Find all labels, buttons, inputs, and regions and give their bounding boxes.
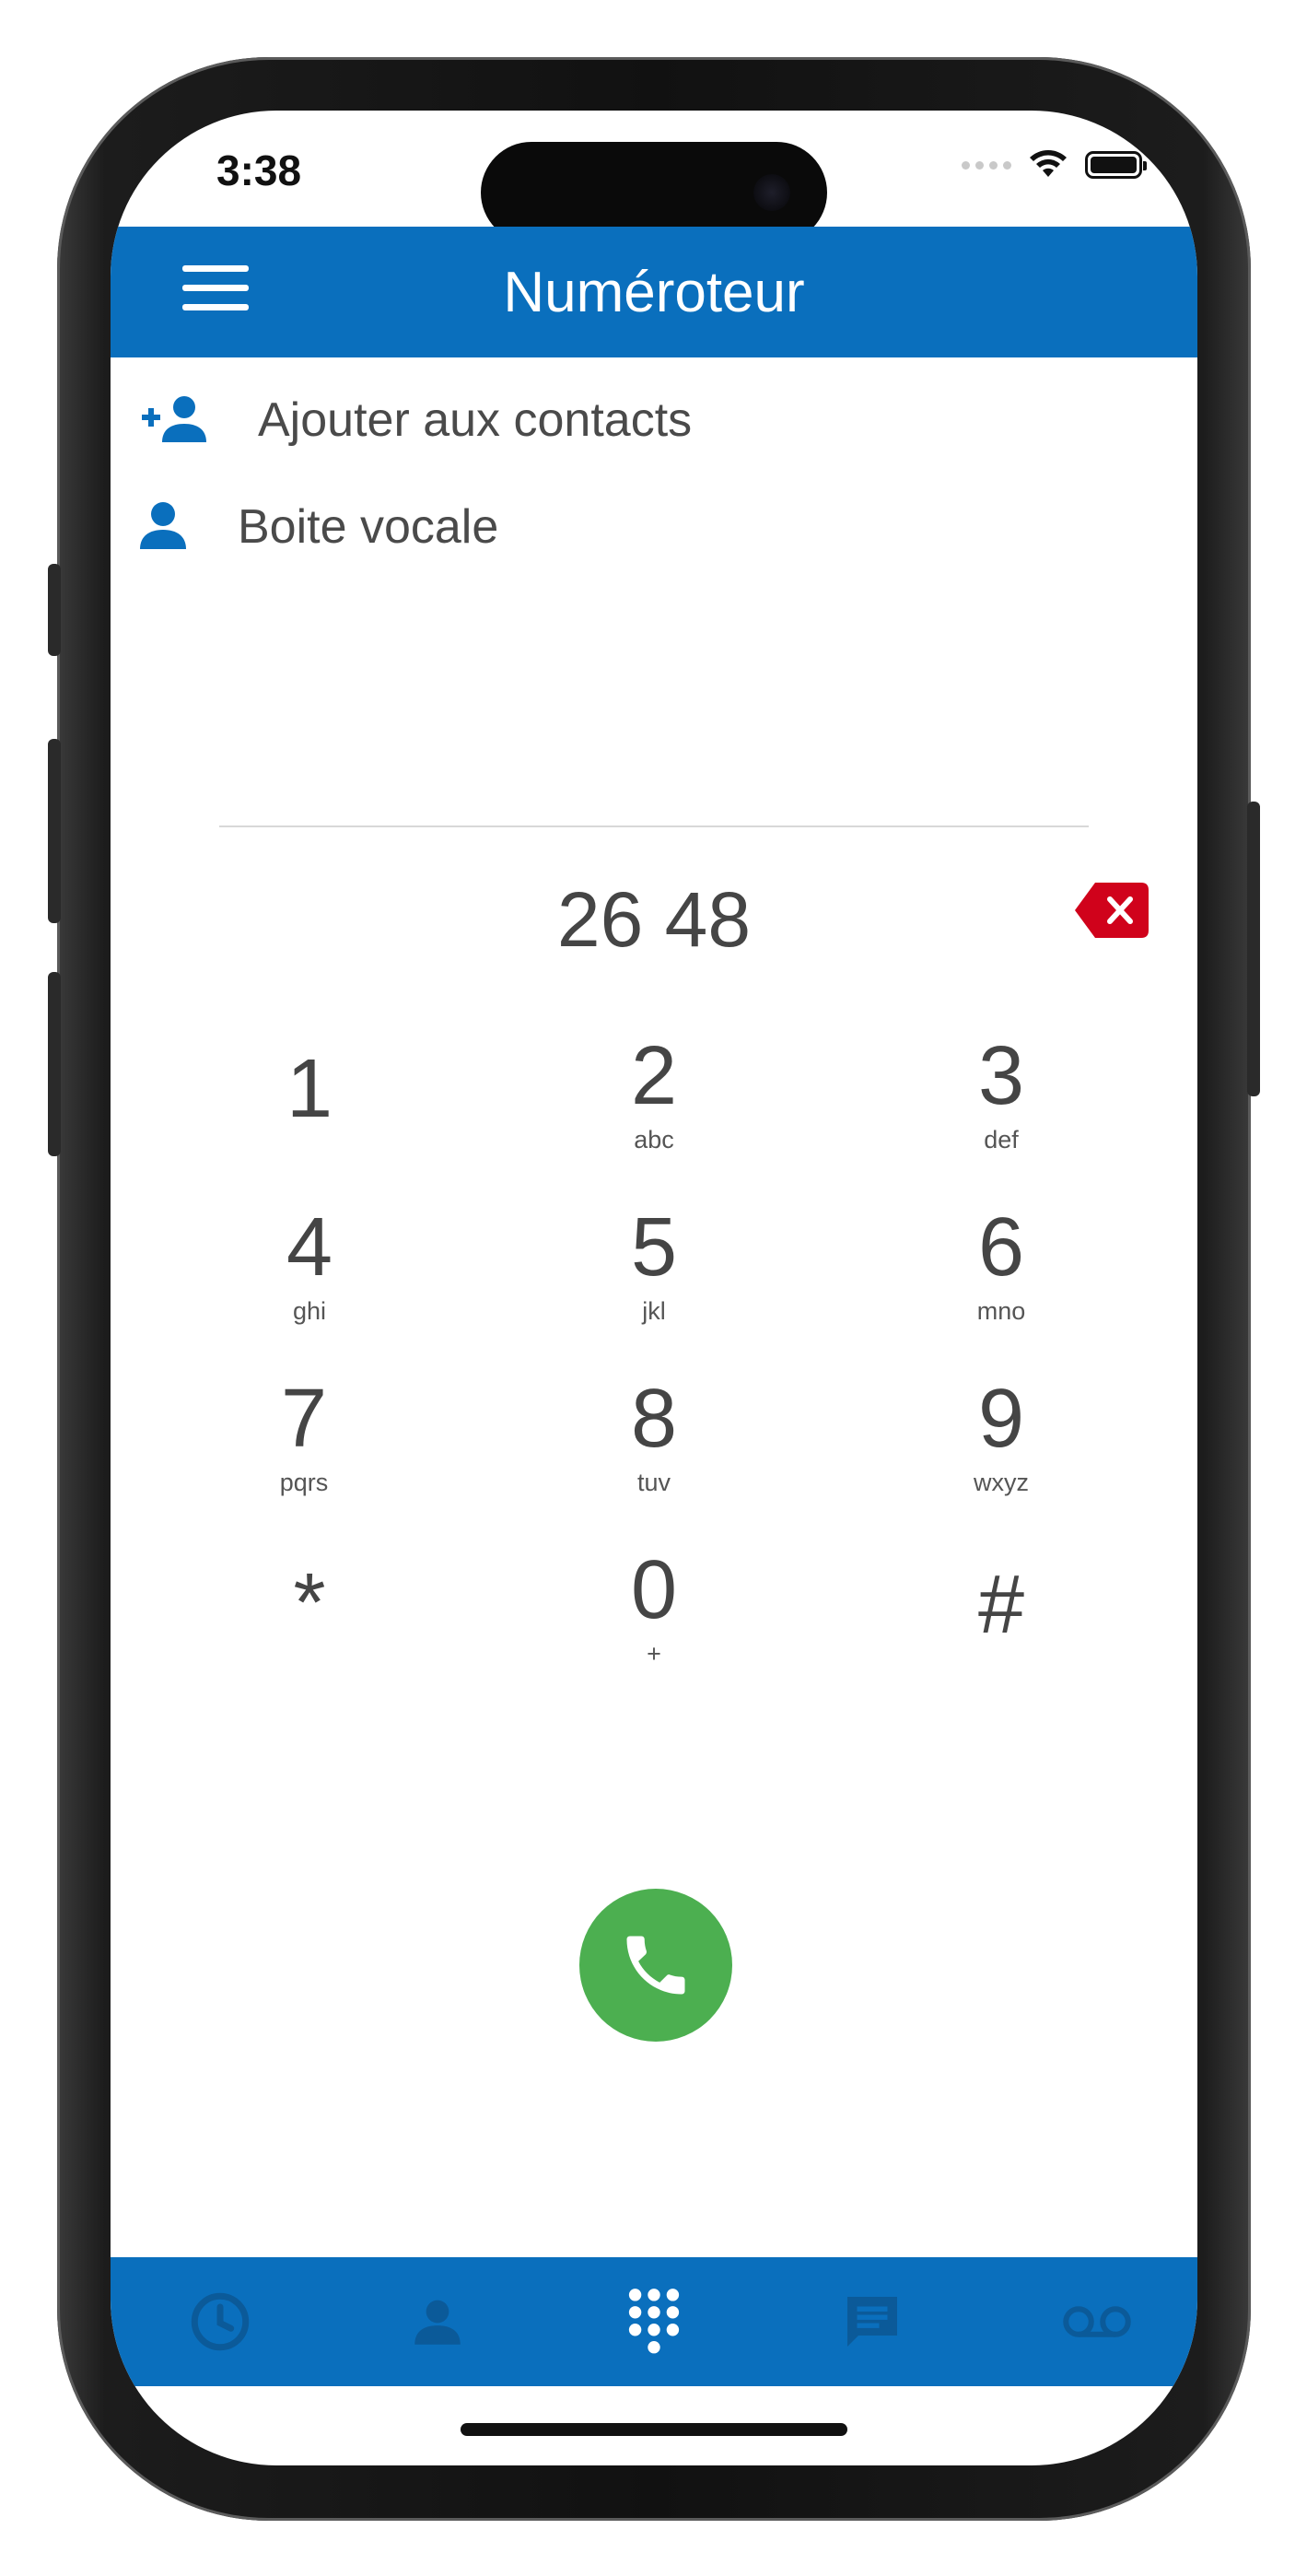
tab-messages[interactable] — [835, 2285, 909, 2359]
app-header: Numéroteur — [111, 227, 1197, 357]
phone-icon — [626, 1936, 685, 1995]
key-8[interactable]: 8 tuv — [534, 1373, 774, 1529]
key-0[interactable]: 0 + — [534, 1544, 774, 1701]
number-divider — [219, 825, 1089, 827]
volume-up-button — [48, 739, 61, 923]
message-icon — [847, 2297, 897, 2347]
dialed-number: 26 48 — [556, 876, 752, 963]
voicemail-row[interactable]: Boite vocale — [111, 479, 1197, 571]
person-icon — [414, 2300, 461, 2345]
backspace-icon[interactable] — [1075, 883, 1149, 938]
status-indicators — [962, 149, 1147, 181]
battery-icon — [1085, 151, 1147, 179]
tab-contacts[interactable] — [401, 2285, 474, 2359]
key-hash[interactable]: # — [881, 1559, 1121, 1715]
key-6[interactable]: 6 mno — [881, 1201, 1121, 1358]
person-icon — [140, 502, 186, 549]
key-7[interactable]: 7 pqrs — [184, 1373, 424, 1529]
voicemail-icon — [1063, 2306, 1131, 2337]
key-1[interactable]: 1 — [190, 1043, 429, 1200]
key-2[interactable]: 2 abc — [534, 1030, 774, 1187]
voicemail-label: Boite vocale — [238, 500, 499, 554]
bottom-tab-bar — [111, 2257, 1197, 2386]
power-button — [1247, 802, 1260, 1096]
tab-recents[interactable] — [183, 2285, 257, 2359]
key-5[interactable]: 5 jkl — [534, 1201, 774, 1358]
person-add-icon — [142, 396, 206, 442]
key-4[interactable]: 4 ghi — [190, 1201, 429, 1358]
volume-down-button — [48, 972, 61, 1156]
status-time: 3:38 — [216, 146, 302, 194]
tab-dialpad[interactable] — [617, 2285, 691, 2359]
page-title: Numéroteur — [503, 261, 805, 324]
camera-icon — [753, 174, 790, 211]
signal-icon — [962, 160, 1011, 170]
key-9[interactable]: 9 wxyz — [881, 1373, 1121, 1529]
screen: 3:38 Numéroteur Ajouter aux contacts Boi… — [111, 111, 1197, 2465]
dialpad-icon — [628, 2289, 680, 2354]
silent-switch — [48, 564, 61, 656]
clock-icon — [191, 2292, 250, 2351]
add-contact-label: Ajouter aux contacts — [258, 393, 693, 447]
key-3[interactable]: 3 def — [881, 1030, 1121, 1187]
call-button[interactable] — [579, 1889, 732, 2042]
key-star[interactable]: * — [190, 1557, 429, 1714]
tab-voicemail[interactable] — [1051, 2285, 1143, 2359]
home-indicator[interactable] — [461, 2423, 847, 2436]
add-contact-row[interactable]: Ajouter aux contacts — [111, 372, 1197, 464]
wifi-icon — [1030, 150, 1067, 177]
